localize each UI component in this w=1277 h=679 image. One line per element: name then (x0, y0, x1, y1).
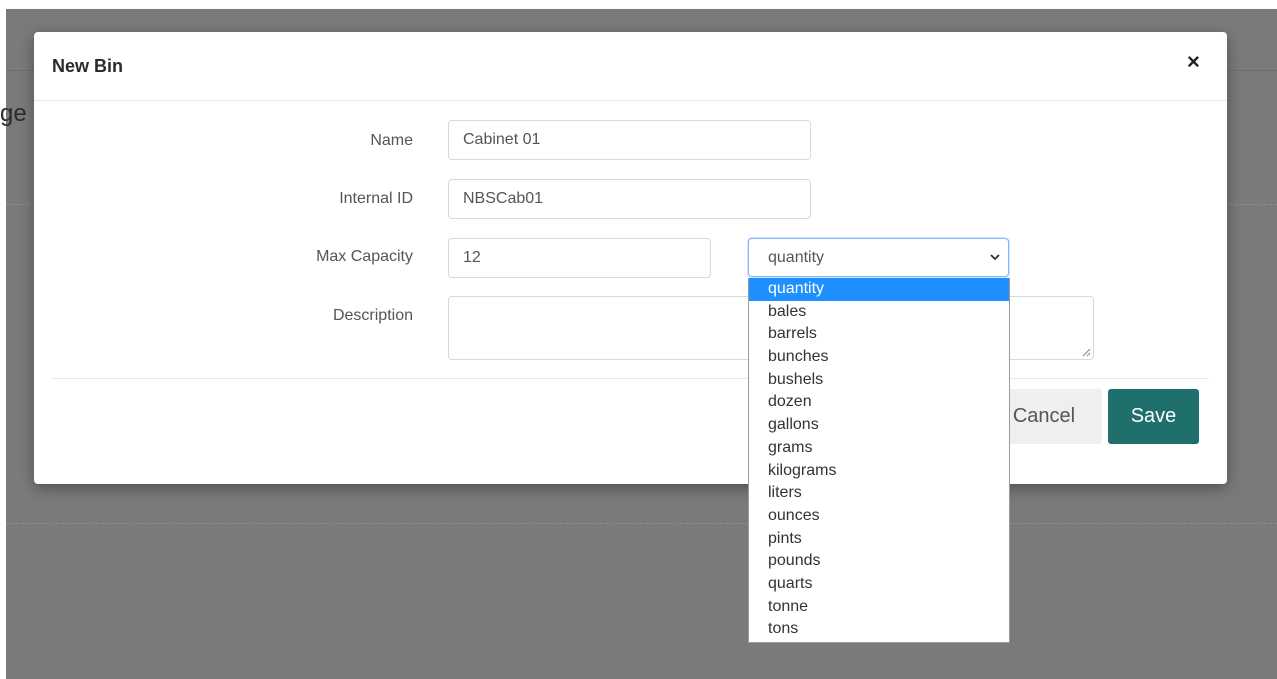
chevron-down-icon (990, 254, 1000, 261)
dropdown-option-dozen[interactable]: dozen (749, 391, 1009, 414)
dropdown-option-tonne[interactable]: tonne (749, 596, 1009, 619)
modal-title: New Bin (52, 56, 124, 76)
internal-id-label: Internal ID (339, 190, 413, 207)
description-label: Description (332, 307, 413, 324)
internal-id-input[interactable] (448, 179, 811, 219)
dropdown-option-bushels[interactable]: bushels (749, 369, 1009, 392)
dropdown-option-bales[interactable]: bales (749, 301, 1009, 324)
dropdown-option-kilograms[interactable]: kilograms (749, 460, 1009, 483)
max-capacity-input[interactable] (448, 238, 711, 278)
max-capacity-label: Max Capacity (316, 248, 413, 265)
dropdown-option-quarts[interactable]: quarts (749, 573, 1009, 596)
dropdown-option-barrels[interactable]: barrels (749, 323, 1009, 346)
unit-select-value: quantity (768, 249, 825, 266)
dropdown-option-pounds[interactable]: pounds (749, 550, 1009, 573)
resize-handle-icon[interactable] (1081, 347, 1091, 357)
dropdown-option-gallons[interactable]: gallons (749, 414, 1009, 437)
dropdown-option-tons[interactable]: tons (749, 618, 1009, 641)
footer-divider (51, 378, 1209, 379)
dropdown-option-bunches[interactable]: bunches (749, 346, 1009, 369)
name-label: Name (370, 132, 413, 149)
save-button[interactable]: Save (1108, 389, 1199, 444)
dropdown-option-quantity[interactable]: quantity (749, 278, 1009, 301)
dropdown-option-liters[interactable]: liters (749, 482, 1009, 505)
new-bin-modal: New Bin × Name Internal ID Max Capacity … (34, 32, 1227, 484)
unit-select[interactable]: quantity (748, 238, 1009, 277)
dropdown-option-ounces[interactable]: ounces (749, 505, 1009, 528)
background-divider (6, 523, 1277, 524)
dropdown-option-grams[interactable]: grams (749, 437, 1009, 460)
modal-header: New Bin × (34, 32, 1227, 101)
dropdown-option-pints[interactable]: pints (749, 528, 1009, 551)
top-bar (0, 0, 1277, 9)
unit-dropdown-list: quantity bales barrels bunches bushels d… (748, 278, 1010, 643)
close-icon[interactable]: × (1187, 51, 1200, 73)
name-input[interactable] (448, 120, 811, 160)
page-title: ge (0, 100, 27, 127)
